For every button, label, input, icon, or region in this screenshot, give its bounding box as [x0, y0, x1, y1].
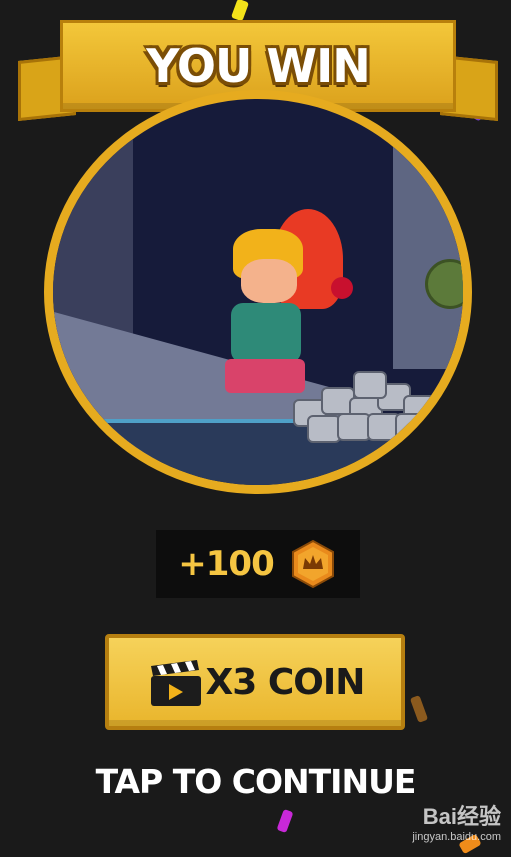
confetti-piece	[276, 808, 294, 834]
watermark-logo: Bai经验	[422, 804, 501, 829]
spiked-ball-enemy	[425, 259, 463, 309]
reward-amount: +100	[178, 544, 274, 584]
banner-title: YOU WIN	[146, 39, 370, 93]
confetti-piece	[409, 695, 429, 723]
video-button-label: X3 COIN	[205, 661, 366, 703]
watermark: Bai经验 jingyan.baidu.com	[412, 799, 501, 843]
video-clapper-icon	[147, 660, 207, 708]
hero-character	[203, 229, 323, 399]
rose-icon	[331, 277, 353, 299]
confetti-piece	[230, 0, 250, 22]
coin-reward-display: +100	[156, 530, 360, 598]
victory-scene-image	[44, 90, 472, 494]
crown-coin-icon	[288, 539, 338, 589]
scene-background-wall	[393, 139, 463, 369]
watermark-url: jingyan.baidu.com	[412, 831, 501, 843]
watch-video-x3-coin-button[interactable]: X3 COIN	[105, 634, 405, 730]
tap-to-continue-prompt[interactable]: TAP TO CONTINUE	[0, 762, 511, 801]
